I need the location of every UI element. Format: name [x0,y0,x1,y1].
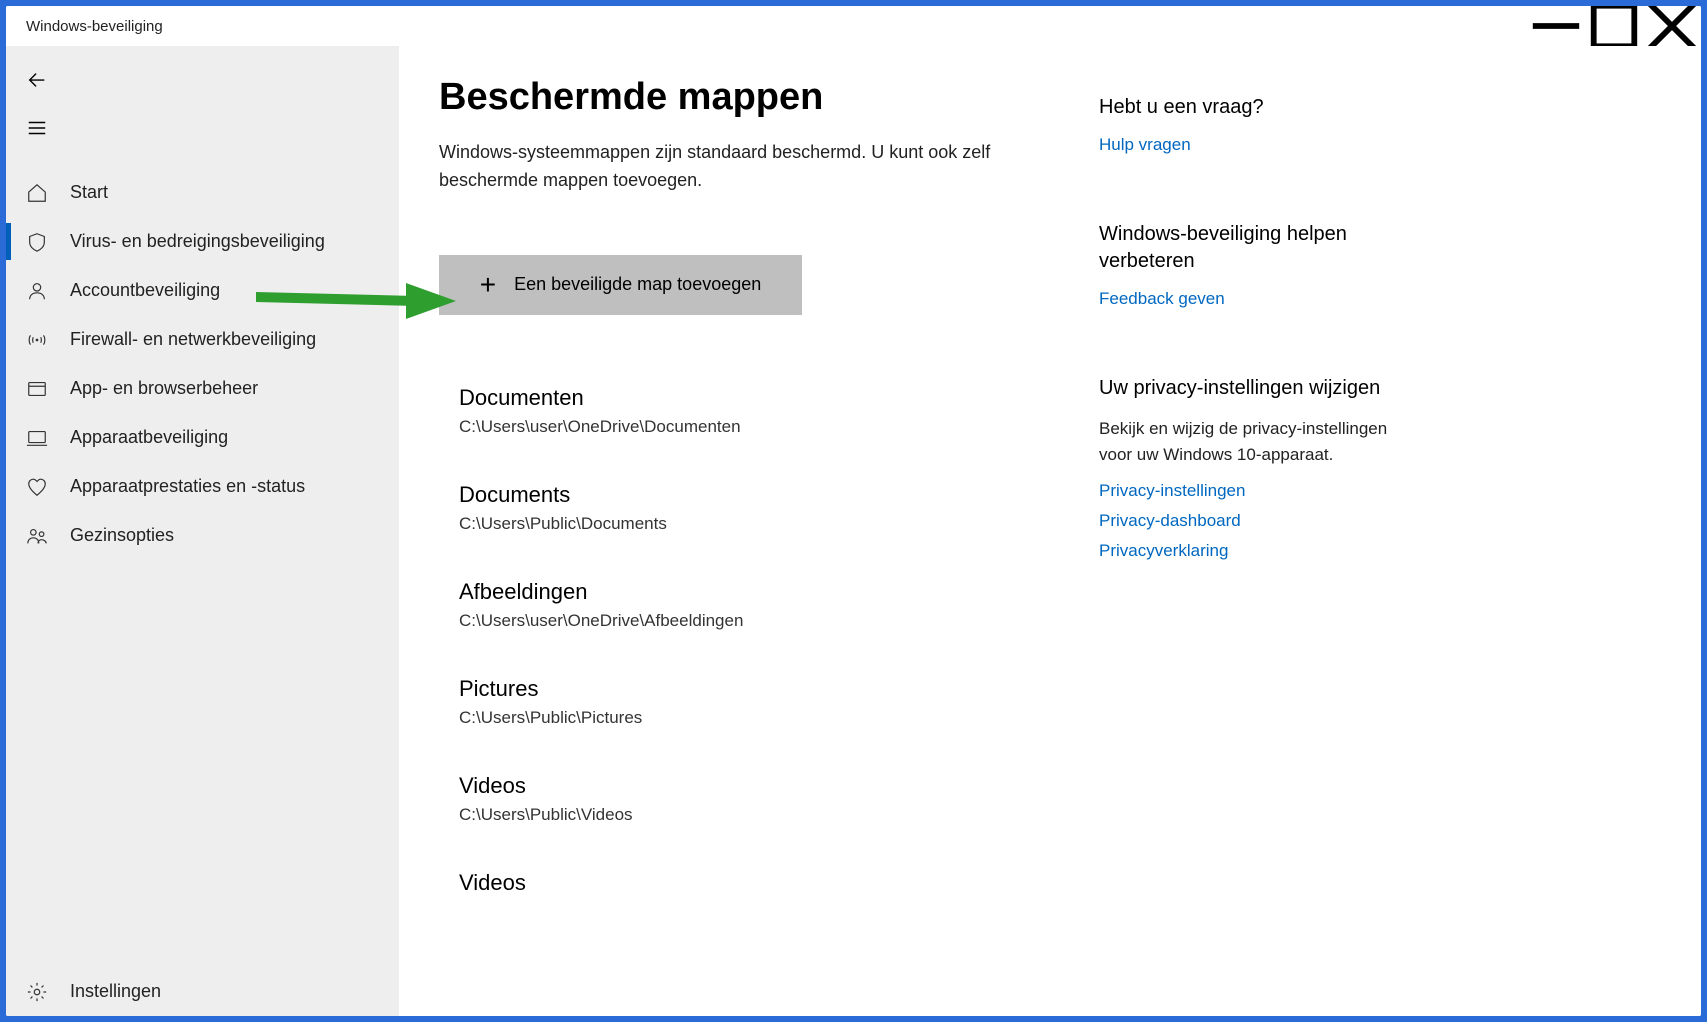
folder-name: Documenten [459,385,1039,411]
folder-item[interactable]: Documenten C:\Users\user\OneDrive\Docume… [459,385,1039,437]
privacy-dashboard-link[interactable]: Privacy-dashboard [1099,511,1389,531]
family-icon [26,525,48,547]
home-icon [26,182,48,204]
back-button[interactable] [6,56,68,104]
privacy-settings-link[interactable]: Privacy-instellingen [1099,481,1389,501]
aside-text: Bekijk en wijzig de privacy-instellingen… [1099,416,1389,467]
window-title: Windows-beveiliging [26,18,163,35]
folder-item[interactable]: Documents C:\Users\Public\Documents [459,482,1039,534]
nav-group: Start Virus- en bedreigingsbeveiliging A… [6,168,399,560]
nav-item-device-security[interactable]: Apparaatbeveiliging [6,413,399,462]
privacy-statement-link[interactable]: Privacyverklaring [1099,541,1389,561]
nav-label: Virus- en bedreigingsbeveiliging [70,231,325,252]
nav-item-settings[interactable]: Instellingen [6,967,399,1016]
folder-name: Afbeeldingen [459,579,1039,605]
aside-title: Hebt u een vraag? [1099,94,1389,121]
folder-path: C:\Users\Public\Documents [459,514,1039,534]
folder-name: Pictures [459,676,1039,702]
aside-title: Windows-beveiliging helpen verbeteren [1099,221,1389,275]
close-button[interactable] [1643,6,1701,46]
nav-label: Gezinsopties [70,525,174,546]
add-protected-folder-button[interactable]: + Een beveiligde map toevoegen [439,255,802,315]
nav-item-firewall[interactable]: Firewall- en netwerkbeveiliging [6,315,399,364]
folder-name: Documents [459,482,1039,508]
gear-icon [26,981,48,1003]
person-icon [26,280,48,302]
maximize-button[interactable] [1585,6,1643,46]
minimize-button[interactable] [1527,6,1585,46]
sidebar: Start Virus- en bedreigingsbeveiliging A… [6,46,399,1016]
folder-path: C:\Users\user\OneDrive\Documenten [459,417,1039,437]
window-controls [1527,6,1701,46]
nav-item-account[interactable]: Accountbeveiliging [6,266,399,315]
folder-name: Videos [459,870,1039,896]
folder-item[interactable]: Videos [459,870,1039,902]
page-title: Beschermde mappen [439,76,1039,119]
aside-help: Hebt u een vraag? Hulp vragen [1099,94,1389,165]
aside-privacy: Uw privacy-instellingen wijzigen Bekijk … [1099,375,1389,571]
nav-item-device-performance[interactable]: Apparaatprestaties en -status [6,462,399,511]
device-icon [26,427,48,449]
nav-label: App- en browserbeheer [70,378,258,399]
nav-label: Apparaatbeveiliging [70,427,228,448]
antenna-icon [26,329,48,351]
window-root: Windows-beveiliging [6,6,1701,1016]
nav-bottom: Instellingen [6,967,399,1016]
add-button-label: Een beveiligde map toevoegen [514,274,761,295]
aside-column: Hebt u een vraag? Hulp vragen Windows-be… [1099,76,1389,1016]
plus-icon: + [480,271,496,299]
folder-path: C:\Users\Public\Pictures [459,708,1039,728]
hamburger-button[interactable] [6,104,68,152]
app-window-icon [26,378,48,400]
nav-item-virus-threat[interactable]: Virus- en bedreigingsbeveiliging [6,217,399,266]
folder-list: Documenten C:\Users\user\OneDrive\Docume… [439,385,1039,902]
folder-item[interactable]: Pictures C:\Users\Public\Pictures [459,676,1039,728]
nav-label: Apparaatprestaties en -status [70,476,305,497]
content-area: Beschermde mappen Windows-systeemmappen … [399,46,1701,1016]
aside-title: Uw privacy-instellingen wijzigen [1099,375,1389,402]
window-body: Start Virus- en bedreigingsbeveiliging A… [6,46,1701,1016]
folder-item[interactable]: Afbeeldingen C:\Users\user\OneDrive\Afbe… [459,579,1039,631]
nav-label: Start [70,182,108,203]
nav-label: Instellingen [70,981,161,1002]
nav-item-family[interactable]: Gezinsopties [6,511,399,560]
nav-label: Firewall- en netwerkbeveiliging [70,329,316,350]
nav-label: Accountbeveiliging [70,280,220,301]
titlebar: Windows-beveiliging [6,6,1701,46]
feedback-link[interactable]: Feedback geven [1099,289,1389,309]
heart-icon [26,476,48,498]
nav-item-start[interactable]: Start [6,168,399,217]
nav-item-app-browser[interactable]: App- en browserbeheer [6,364,399,413]
main-column: Beschermde mappen Windows-systeemmappen … [439,76,1039,1016]
folder-item[interactable]: Videos C:\Users\Public\Videos [459,773,1039,825]
page-description: Windows-systeemmappen zijn standaard bes… [439,139,1039,195]
shield-icon [26,231,48,253]
help-link[interactable]: Hulp vragen [1099,135,1389,155]
folder-path: C:\Users\Public\Videos [459,805,1039,825]
aside-improve: Windows-beveiliging helpen verbeteren Fe… [1099,221,1389,319]
folder-path: C:\Users\user\OneDrive\Afbeeldingen [459,611,1039,631]
folder-name: Videos [459,773,1039,799]
